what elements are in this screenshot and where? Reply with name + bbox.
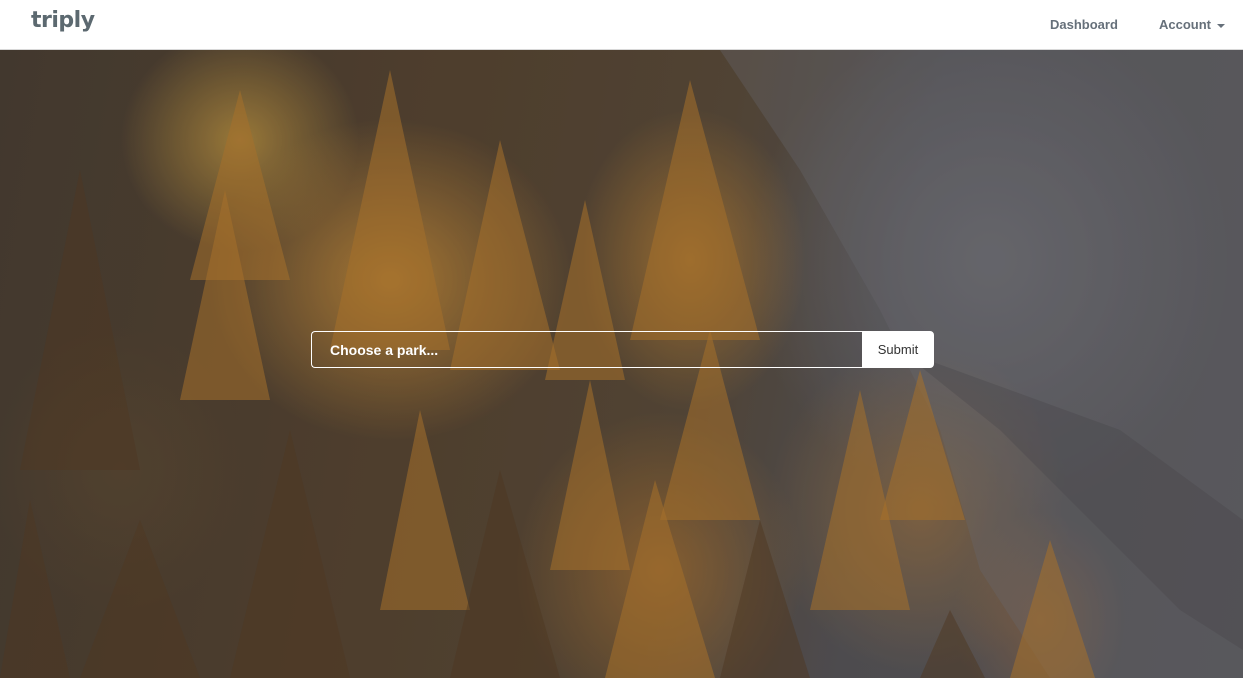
nav-dashboard-link[interactable]: Dashboard: [1050, 17, 1118, 32]
brand-logo[interactable]: triply: [31, 8, 95, 33]
park-search-form: Submit: [311, 331, 934, 368]
caret-down-icon: [1217, 23, 1225, 28]
park-search-input[interactable]: [311, 331, 863, 368]
nav-account-dropdown[interactable]: Account: [1159, 17, 1225, 32]
submit-button[interactable]: Submit: [862, 331, 934, 368]
nav-account-label: Account: [1159, 17, 1211, 32]
top-navbar: triply Dashboard Account: [0, 0, 1243, 50]
